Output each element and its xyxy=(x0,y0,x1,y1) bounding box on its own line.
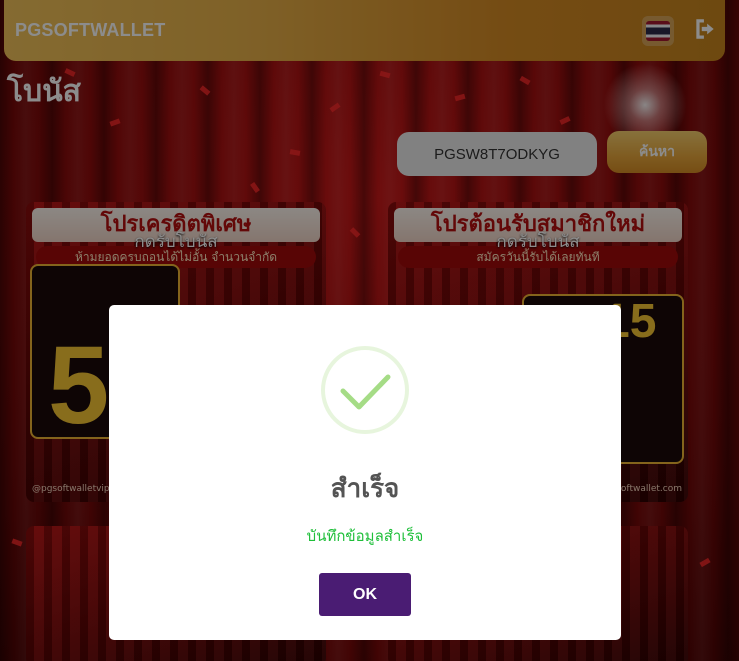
ok-button[interactable]: OK xyxy=(319,573,411,616)
check-circle-icon xyxy=(321,346,409,434)
dialog-title: สำเร็จ xyxy=(330,474,400,504)
dialog-message: บันทึกข้อมูลสำเร็จ xyxy=(306,527,424,545)
success-dialog: สำเร็จ บันทึกข้อมูลสำเร็จ OK xyxy=(109,305,621,640)
